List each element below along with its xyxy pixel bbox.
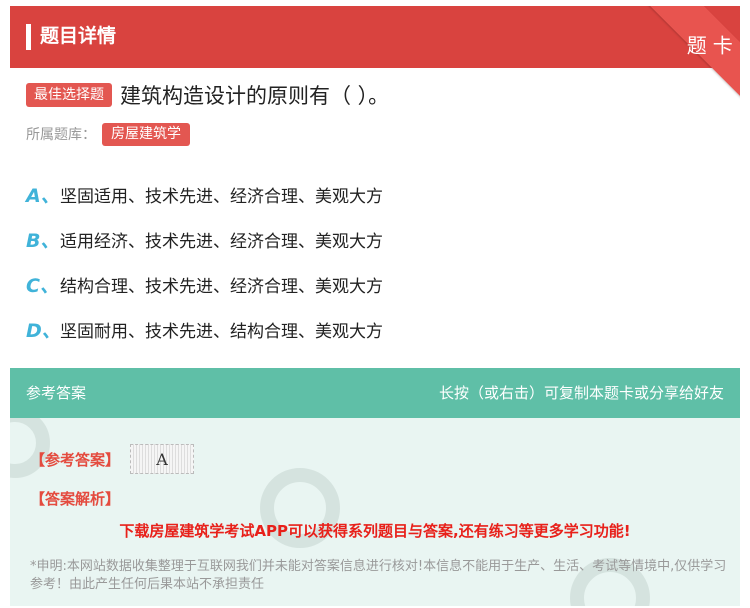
option-letter: A、 bbox=[26, 185, 60, 207]
download-app-link[interactable]: 下载房屋建筑学考试APP可以获得系列题目与答案,还有练习等更多学习功能! bbox=[10, 520, 740, 541]
answer-header-title: 参考答案 bbox=[26, 384, 87, 402]
option-text: 适用经济、技术先进、经济合理、美观大方 bbox=[60, 232, 383, 252]
category-label: 所属题库： bbox=[26, 127, 96, 143]
question-type-tag: 最佳选择题 bbox=[26, 83, 112, 107]
option-a[interactable]: A、 坚固适用、技术先进、经济合理、美观大方 bbox=[26, 172, 383, 217]
option-d[interactable]: D、 坚固耐用、技术先进、结构合理、美观大方 bbox=[26, 307, 383, 352]
option-text: 坚固耐用、技术先进、结构合理、美观大方 bbox=[60, 322, 383, 342]
page-title: 题目详情 bbox=[40, 25, 117, 47]
disclaimer-text: *申明:本网站数据收集整理于互联网我们并未能对答案信息进行核对!本信息不能用于生… bbox=[30, 559, 727, 592]
header-accent-bar bbox=[26, 24, 31, 50]
option-text: 结构合理、技术先进、经济合理、美观大方 bbox=[60, 277, 383, 297]
option-text: 坚固适用、技术先进、经济合理、美观大方 bbox=[60, 187, 383, 207]
reference-answer-label: 【参考答案】 bbox=[30, 450, 121, 469]
option-c[interactable]: C、 结构合理、技术先进、经济合理、美观大方 bbox=[26, 262, 383, 307]
answer-image: A bbox=[130, 444, 195, 474]
reference-answer-row: 【参考答案】 A bbox=[30, 444, 195, 474]
question-row: 最佳选择题 建筑构造设计的原则有（ ）。 bbox=[26, 80, 389, 110]
option-letter: D、 bbox=[26, 320, 61, 342]
card-header: 题目详情 题卡 bbox=[10, 6, 740, 101]
corner-ribbon: 题卡 bbox=[630, 6, 740, 101]
analysis-label: 【答案解析】 bbox=[30, 490, 121, 508]
ribbon-label: 题卡 bbox=[686, 33, 739, 58]
copy-share-hint: 长按（或右击）可复制本题卡或分享给好友 bbox=[438, 384, 724, 402]
options-list: A、 坚固适用、技术先进、经济合理、美观大方 B、 适用经济、技术先进、经济合理… bbox=[26, 172, 383, 352]
answer-section: 参考答案 长按（或右击）可复制本题卡或分享给好友 【参考答案】 A 【答案解析】… bbox=[10, 368, 740, 606]
option-b[interactable]: B、 适用经济、技术先进、经济合理、美观大方 bbox=[26, 217, 383, 262]
question-card: 题目详情 题卡 最佳选择题 建筑构造设计的原则有（ ）。 所属题库： 房屋建筑学… bbox=[10, 6, 740, 606]
category-row: 所属题库： 房屋建筑学 bbox=[26, 122, 190, 146]
option-letter: B、 bbox=[26, 230, 60, 252]
option-letter: C、 bbox=[26, 275, 59, 297]
answer-header: 参考答案 长按（或右击）可复制本题卡或分享给好友 bbox=[10, 368, 740, 418]
question-text: 建筑构造设计的原则有（ ）。 bbox=[120, 84, 390, 108]
category-tag[interactable]: 房屋建筑学 bbox=[102, 122, 190, 146]
